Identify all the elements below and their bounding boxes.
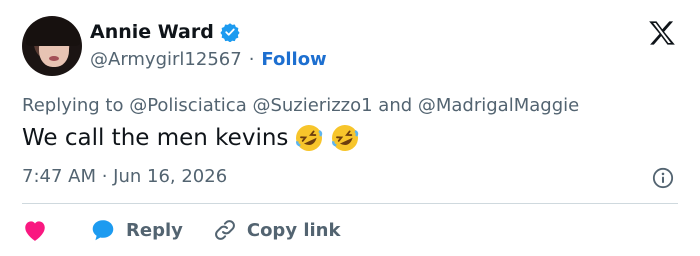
heart-icon[interactable] — [22, 218, 48, 242]
follow-button[interactable]: Follow — [261, 49, 326, 70]
author-handle[interactable]: @Armygirl12567 — [90, 49, 242, 70]
author-name[interactable]: Annie Ward — [90, 21, 214, 43]
reply-label: Reply — [126, 219, 183, 241]
tweet-body: We call the men kevins — [22, 123, 360, 153]
replying-to-text: Replying to @Polisciatica @Suzierizzo1 a… — [22, 95, 580, 116]
tweet-timestamp[interactable]: 7:47 AM · Jun 16, 2026 — [22, 166, 227, 187]
avatar[interactable] — [22, 16, 82, 76]
rolling-laughing-emoji-icon — [296, 125, 323, 151]
x-logo-icon[interactable] — [648, 20, 676, 46]
reply-bubble-icon — [92, 220, 114, 241]
divider — [22, 203, 678, 204]
copy-link-button[interactable]: Copy link — [213, 218, 341, 242]
info-icon[interactable] — [652, 167, 674, 189]
reply-button[interactable]: Reply — [90, 218, 183, 242]
action-bar: Reply Copy link — [22, 214, 340, 246]
link-icon — [214, 220, 235, 240]
author-name-row: Annie Ward — [90, 21, 240, 43]
rolling-laughing-emoji-icon — [332, 125, 359, 151]
copy-link-label: Copy link — [246, 219, 341, 241]
verified-badge-icon — [220, 23, 240, 42]
author-handle-row: @Armygirl12567 · Follow — [90, 49, 327, 70]
tweet-text: We call the men kevins — [22, 125, 289, 151]
separator-dot: · — [248, 49, 255, 70]
